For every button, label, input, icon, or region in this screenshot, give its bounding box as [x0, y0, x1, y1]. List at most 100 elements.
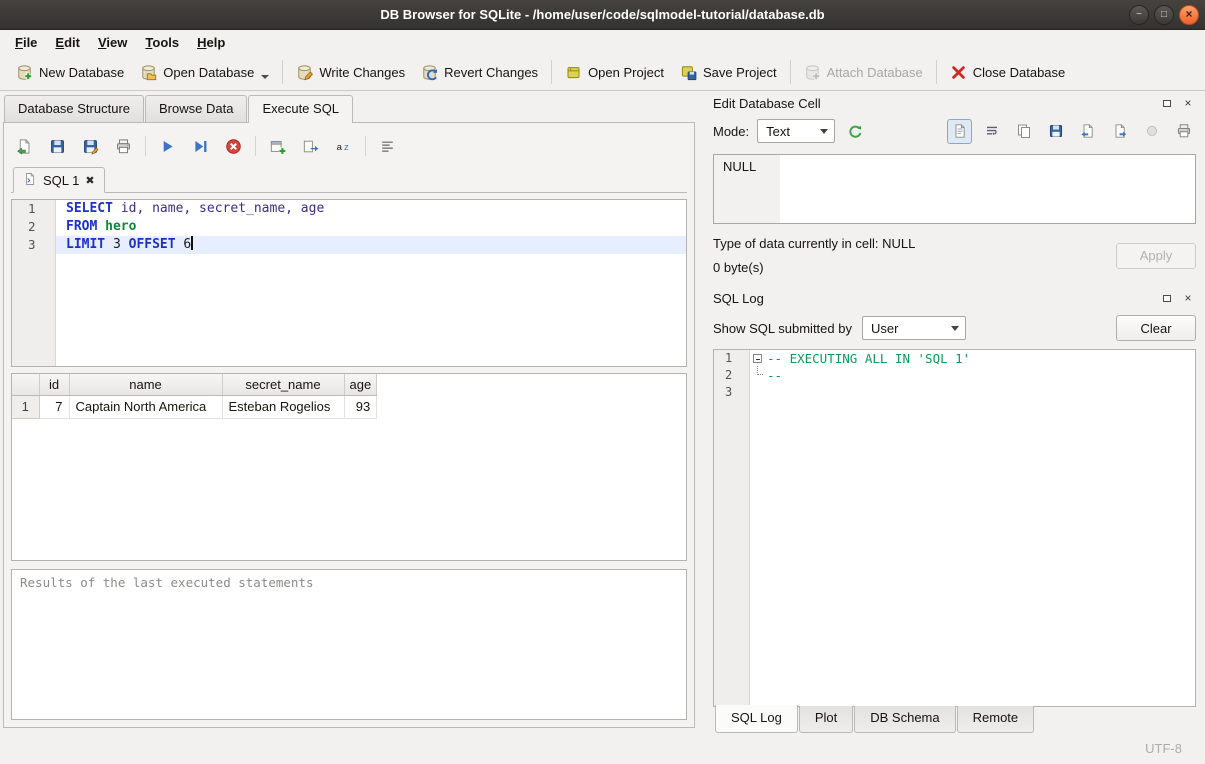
results-corner-header[interactable]: [12, 374, 39, 395]
auto-switch-mode-icon: [847, 123, 864, 140]
stop-execution-button[interactable]: [220, 133, 246, 159]
results-grid[interactable]: idnamesecret_nameage 17Captain North Ame…: [11, 373, 687, 561]
export-cell-button[interactable]: [1107, 119, 1132, 144]
sql-log-view[interactable]: 1-- EXECUTING ALL IN 'SQL 1'2--3: [713, 349, 1196, 707]
sql-log-header: SQL Log ×: [713, 287, 1196, 309]
apply-button[interactable]: Apply: [1116, 243, 1196, 269]
encoding-indicator[interactable]: UTF-8: [1145, 741, 1182, 756]
tab-execute-sql[interactable]: Execute SQL: [248, 95, 353, 123]
text-view-button[interactable]: [947, 119, 972, 144]
column-header-age[interactable]: age: [344, 374, 377, 395]
column-header-secret-name[interactable]: secret_name: [222, 374, 344, 395]
toolbar-button-save-project[interactable]: Save Project: [672, 57, 785, 88]
db-write-icon: [296, 64, 313, 81]
log-line-number: 2: [714, 367, 750, 384]
close-button[interactable]: ×: [1179, 5, 1199, 25]
mode-select[interactable]: Text: [757, 119, 835, 143]
cell-name[interactable]: Captain North America: [69, 395, 222, 418]
format-sql-button[interactable]: [374, 133, 400, 159]
cell-type-info: Type of data currently in cell: NULL: [713, 236, 1116, 251]
print-cell-button[interactable]: [1171, 119, 1196, 144]
fold-column[interactable]: [750, 367, 767, 384]
execute-all-button[interactable]: [154, 133, 180, 159]
word-wrap-button[interactable]: [979, 119, 1004, 144]
copy-cell-button[interactable]: [1011, 119, 1036, 144]
fold-column[interactable]: [750, 350, 767, 367]
toolbar-button-open-project[interactable]: Open Project: [557, 57, 672, 88]
close-tab-icon[interactable]: ✖: [85, 174, 94, 187]
minimize-button[interactable]: −: [1129, 5, 1149, 25]
toolbar-label: Revert Changes: [444, 65, 538, 80]
toolbar-button-revert-changes[interactable]: Revert Changes: [413, 57, 546, 88]
sql-tab-sql-1[interactable]: SQL 1✖: [13, 167, 105, 193]
cell-id[interactable]: 7: [39, 395, 69, 418]
save-sql-file-button[interactable]: [44, 133, 70, 159]
statusbar: UTF-8: [0, 733, 1205, 764]
close-panel-icon[interactable]: ×: [1180, 95, 1196, 111]
toolbar-button-open-database[interactable]: Open Database: [132, 57, 277, 88]
column-header-name[interactable]: name: [69, 374, 222, 395]
toolbar-button-new-database[interactable]: New Database: [8, 57, 132, 88]
log-filter-value: User: [871, 321, 898, 336]
execute-all-icon: [159, 138, 176, 155]
import-cell-icon: [1080, 123, 1096, 139]
text-view-icon: [952, 123, 968, 139]
new-sql-tab-button[interactable]: [264, 133, 290, 159]
autocomplete-button[interactable]: az: [330, 133, 356, 159]
log-filter-select[interactable]: User: [862, 316, 966, 340]
editor-line-text[interactable]: FROM hero: [56, 218, 686, 236]
line-number: 1: [12, 200, 56, 218]
dock-tab-db-schema[interactable]: DB Schema: [854, 706, 955, 733]
editor-empty-area[interactable]: [12, 254, 686, 366]
save-sql-as-icon: [82, 138, 99, 155]
stop-execution-icon: [225, 138, 242, 155]
new-sql-tab-icon: [269, 138, 286, 155]
print-sql-button[interactable]: [110, 133, 136, 159]
execute-current-line-button[interactable]: [187, 133, 213, 159]
menu-item-view[interactable]: View: [89, 32, 136, 53]
menu-item-tools[interactable]: Tools: [136, 32, 188, 53]
dock-tab-remote[interactable]: Remote: [957, 706, 1035, 733]
menu-item-file[interactable]: File: [6, 32, 46, 53]
menu-item-edit[interactable]: Edit: [46, 32, 89, 53]
tab-browse-data[interactable]: Browse Data: [145, 95, 247, 122]
open-sql-file-button[interactable]: [11, 133, 37, 159]
float-panel-icon[interactable]: [1159, 290, 1175, 306]
dock-tab-plot[interactable]: Plot: [799, 706, 853, 733]
menu-item-help[interactable]: Help: [188, 32, 234, 53]
import-cell-button[interactable]: [1075, 119, 1100, 144]
column-header-id[interactable]: id: [39, 374, 69, 395]
close-panel-icon[interactable]: ×: [1180, 290, 1196, 306]
toolbar-label: Save Project: [703, 65, 777, 80]
save-cell-button[interactable]: [1043, 119, 1068, 144]
toolbar-button-close-database[interactable]: Close Database: [942, 57, 1074, 88]
float-panel-icon[interactable]: [1159, 95, 1175, 111]
results-table: idnamesecret_nameage 17Captain North Ame…: [12, 374, 377, 419]
dock-tab-sql-log[interactable]: SQL Log: [715, 705, 798, 733]
toolbar-separator: [145, 136, 146, 156]
save-sql-as-button[interactable]: [77, 133, 103, 159]
cell-age[interactable]: 93: [344, 395, 377, 418]
editor-line-text[interactable]: SELECT id, name, secret_name, age: [56, 200, 686, 218]
titlebar[interactable]: DB Browser for SQLite - /home/user/code/…: [0, 0, 1205, 30]
chevron-down-icon[interactable]: [261, 75, 269, 79]
editor-line-text[interactable]: LIMIT 3 OFFSET 6: [56, 236, 686, 254]
fold-column[interactable]: [750, 384, 767, 401]
tab-database-structure[interactable]: Database Structure: [4, 95, 144, 122]
open-sql-in-new-tab-button[interactable]: [297, 133, 323, 159]
cell-editor-content: NULL: [714, 155, 1195, 178]
sql-editor[interactable]: 1SELECT id, name, secret_name, age2FROM …: [11, 199, 687, 367]
db-revert-icon: [421, 64, 438, 81]
export-cell-icon: [1112, 123, 1128, 139]
auto-switch-mode-button[interactable]: [843, 119, 868, 144]
proj-save-icon: [680, 64, 697, 81]
row-number[interactable]: 1: [12, 395, 39, 418]
line-number: 2: [12, 218, 56, 236]
toolbar-button-write-changes[interactable]: Write Changes: [288, 57, 413, 88]
cell-secret-name[interactable]: Esteban Rogelios: [222, 395, 344, 418]
fold-collapse-icon[interactable]: [753, 354, 762, 363]
clear-log-button[interactable]: Clear: [1116, 315, 1196, 341]
fold-column: [750, 401, 767, 706]
cell-editor[interactable]: NULL: [713, 154, 1196, 224]
maximize-button[interactable]: □: [1154, 5, 1174, 25]
